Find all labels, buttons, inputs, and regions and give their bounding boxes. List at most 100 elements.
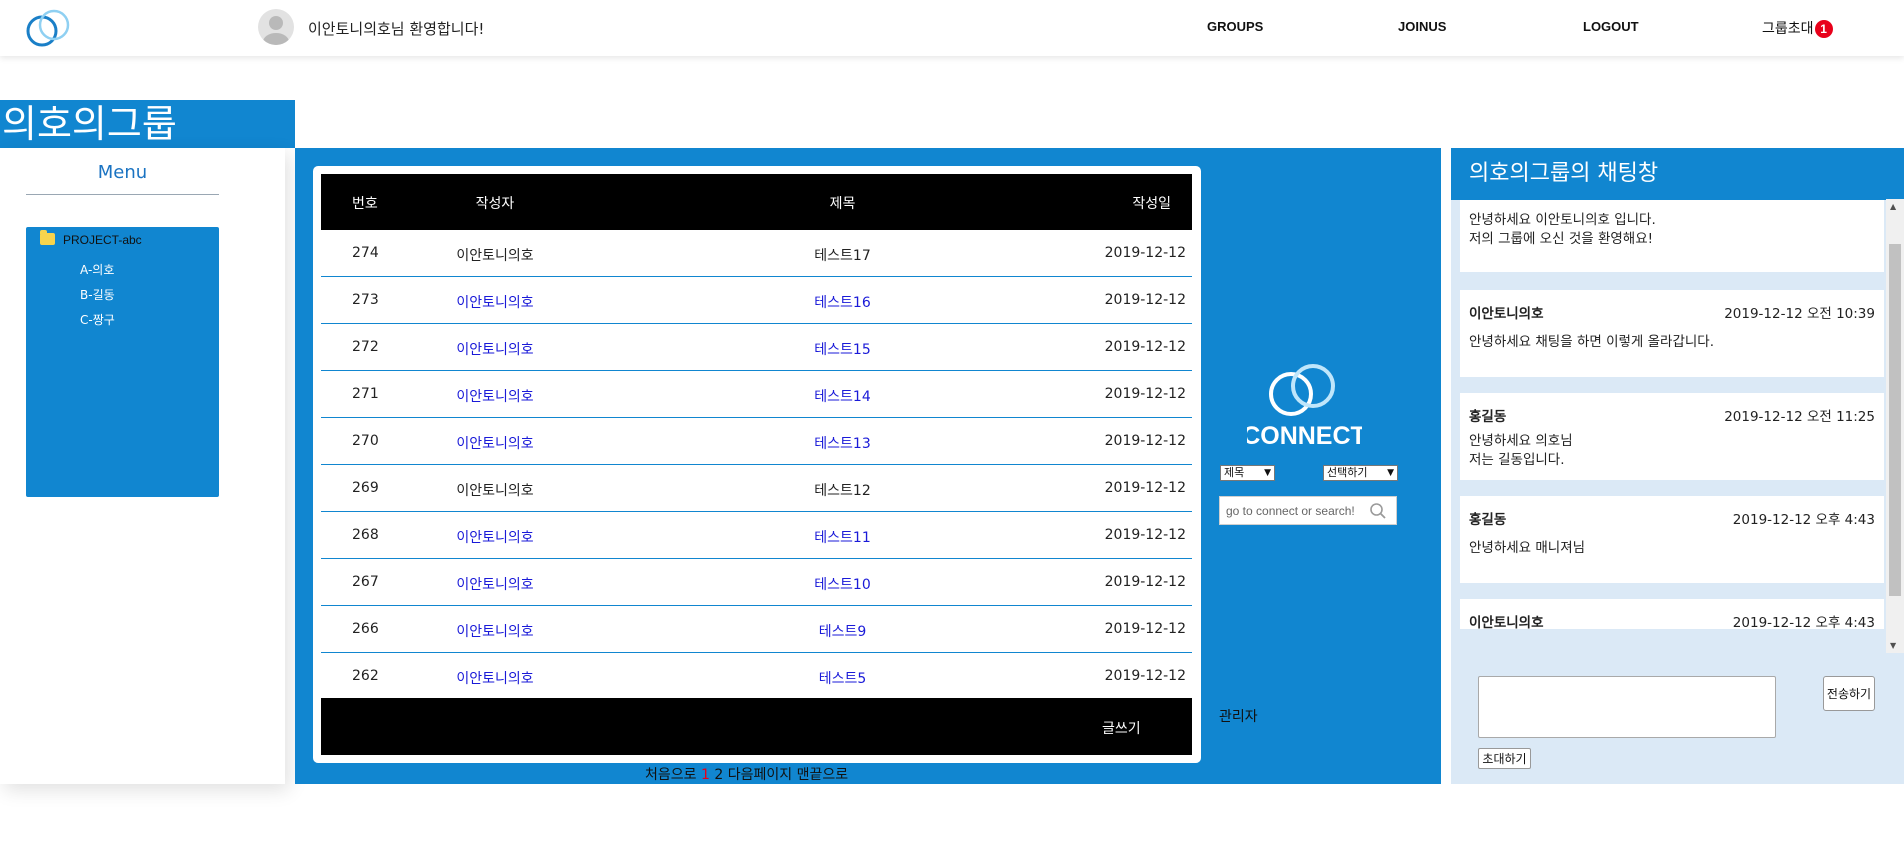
connect-logo-text: CONNECT — [1247, 422, 1362, 450]
row-date: 2019-12-12 — [1104, 386, 1186, 402]
table-row[interactable]: 262 이안토니의호 테스트5 2019-12-12 — [321, 653, 1192, 700]
chat-time: 2019-12-12 오전 10:39 — [1724, 306, 1875, 322]
row-author[interactable]: 이안토니의호 — [321, 668, 669, 688]
folder-icon — [40, 230, 55, 245]
chat-time: 2019-12-12 오전 11:25 — [1724, 409, 1875, 425]
chat-input[interactable] — [1478, 676, 1776, 738]
chat-message: 이안토니의호 2019-12-12 오전 10:39 안녕하세요 채팅을 하면 … — [1460, 290, 1884, 377]
chat-text: 안녕하세요 채팅을 하면 이렇게 올라갑니다. — [1469, 334, 1715, 350]
row-title[interactable]: 테스트9 — [669, 621, 1016, 641]
chat-sender: 이안토니의호 — [1469, 615, 1544, 631]
row-date: 2019-12-12 — [1104, 574, 1186, 590]
chat-time: 2019-12-12 오후 4:43 — [1732, 512, 1875, 528]
connect-rings-icon: CONNECT — [1242, 364, 1366, 450]
row-title[interactable]: 테스트10 — [669, 574, 1016, 594]
chat-welcome-text: 안녕하세요 이안토니의호 입니다. 저의 그룹에 오신 것을 환영해요! — [1469, 212, 1656, 247]
send-button[interactable]: 전송하기 — [1823, 676, 1875, 711]
user-icon — [263, 16, 289, 45]
row-author[interactable]: 이안토니의호 — [321, 339, 669, 359]
chat-title: 의호의그룹의 채팅창 — [1451, 148, 1904, 200]
row-date: 2019-12-12 — [1104, 339, 1186, 355]
chat-text: 안녕하세요 매니져님 — [1469, 540, 1586, 556]
tree-root-label: PROJECT-abc — [63, 233, 142, 247]
row-date: 2019-12-12 — [1104, 245, 1186, 261]
scroll-up-arrow-icon[interactable]: ▲ — [1890, 202, 1896, 211]
nav-logout-link[interactable]: LOGOUT — [1583, 19, 1639, 34]
tree-item-child[interactable]: B-길동 — [80, 286, 115, 303]
row-author[interactable]: 이안토니의호 — [321, 292, 669, 312]
row-title[interactable]: 테스트16 — [669, 292, 1016, 312]
nav-joinus-link[interactable]: JOINUS — [1398, 19, 1446, 34]
col-header-title: 제목 — [829, 196, 856, 212]
dropdown-arrow-icon: ▼ — [1264, 468, 1271, 478]
table-row[interactable]: 269 이안토니의호 테스트12 2019-12-12 — [321, 465, 1192, 512]
scroll-down-arrow-icon[interactable]: ▼ — [1890, 641, 1896, 650]
row-date: 2019-12-12 — [1104, 480, 1186, 496]
board-table-header: 번호 작성자 제목 작성일 — [321, 174, 1192, 230]
top-navbar: 이안토니의호님 환영합니다! GROUPS JOINUS LOGOUT 그룹초대… — [0, 0, 1904, 56]
connect-brand: CONNECT — [1242, 358, 1366, 450]
col-header-date: 작성일 — [1132, 196, 1171, 212]
row-title[interactable]: 테스트11 — [669, 527, 1016, 547]
table-row[interactable]: 270 이안토니의호 테스트13 2019-12-12 — [321, 418, 1192, 465]
row-title[interactable]: 테스트12 — [669, 480, 1016, 500]
user-avatar[interactable] — [258, 9, 294, 45]
row-author: 이안토니의호 — [456, 483, 534, 499]
chat-scrollbar[interactable]: ▲ ▼ — [1886, 199, 1904, 653]
chat-message: 이안토니의호 2019-12-12 오후 4:43 — [1460, 599, 1884, 631]
nav-group-invite-link[interactable]: 그룹초대 1 — [1762, 18, 1833, 38]
table-row[interactable]: 266 이안토니의호 테스트9 2019-12-12 — [321, 606, 1192, 653]
row-author[interactable]: 이안토니의호 — [321, 527, 669, 547]
table-row[interactable]: 273 이안토니의호 테스트16 2019-12-12 — [321, 277, 1192, 324]
row-date: 2019-12-12 — [1104, 621, 1186, 637]
search-choose-select[interactable]: 선택하기 ▼ — [1323, 465, 1398, 481]
search-icon[interactable] — [1369, 502, 1387, 520]
table-row[interactable]: 267 이안토니의호 테스트10 2019-12-12 — [321, 559, 1192, 606]
dropdown-arrow-icon: ▼ — [1387, 468, 1394, 478]
row-date: 2019-12-12 — [1104, 433, 1186, 449]
row-title[interactable]: 테스트13 — [669, 433, 1016, 453]
tree-item-child[interactable]: C-짱구 — [80, 311, 115, 328]
row-title[interactable]: 테스트14 — [669, 386, 1016, 406]
menu-divider — [26, 194, 219, 195]
tree-item-project[interactable]: PROJECT-abc — [40, 230, 142, 247]
chat-message: 홍길동 2019-12-12 오전 11:25 안녕하세요 의호님 저는 길동입… — [1460, 393, 1884, 480]
chat-time: 2019-12-12 오후 4:43 — [1732, 615, 1875, 631]
tree-item-child[interactable]: A-의호 — [80, 261, 114, 278]
search-choose-value: 선택하기 — [1327, 466, 1368, 479]
search-input[interactable] — [1226, 504, 1366, 518]
write-post-button[interactable]: 글쓰기 — [1102, 718, 1141, 738]
row-date: 2019-12-12 — [1104, 668, 1186, 684]
row-author[interactable]: 이안토니의호 — [321, 433, 669, 453]
pagination-next[interactable]: 다음페이지 — [728, 767, 792, 783]
table-row[interactable]: 271 이안토니의호 테스트14 2019-12-12 — [321, 371, 1192, 418]
chat-welcome-message: 안녕하세요 이안토니의호 입니다. 저의 그룹에 오신 것을 환영해요! — [1460, 200, 1884, 272]
scrollbar-thumb[interactable] — [1889, 244, 1901, 596]
pagination-page[interactable]: 2 — [714, 767, 723, 783]
row-title[interactable]: 테스트5 — [669, 668, 1016, 688]
row-author[interactable]: 이안토니의호 — [321, 386, 669, 406]
connect-logo-icon[interactable] — [24, 8, 74, 50]
row-author: 이안토니의호 — [456, 248, 534, 264]
row-title[interactable]: 테스트17 — [669, 245, 1016, 265]
col-header-author: 작성자 — [475, 196, 515, 212]
pagination-first[interactable]: 처음으로 — [645, 767, 697, 783]
search-field-value: 제목 — [1224, 466, 1245, 479]
search-field-select[interactable]: 제목 ▼ — [1220, 465, 1275, 481]
row-author[interactable]: 이안토니의호 — [321, 574, 669, 594]
menu-title: Menu — [97, 162, 148, 183]
welcome-message: 이안토니의호님 환영합니다! — [308, 20, 485, 38]
nav-groups-link[interactable]: GROUPS — [1207, 19, 1263, 34]
left-menu-panel: Menu PROJECT-abc A-의호 B-길동 C-짱구 — [0, 148, 285, 784]
row-title[interactable]: 테스트15 — [669, 339, 1016, 359]
admin-label: 관리자 — [1219, 709, 1258, 725]
invite-button[interactable]: 초대하기 — [1478, 748, 1531, 769]
table-row[interactable]: 268 이안토니의호 테스트11 2019-12-12 — [321, 512, 1192, 559]
table-row[interactable]: 272 이안토니의호 테스트15 2019-12-12 — [321, 324, 1192, 371]
row-date: 2019-12-12 — [1104, 292, 1186, 308]
pagination-last[interactable]: 맨끝으로 — [797, 767, 849, 783]
pagination-page[interactable]: 1 — [701, 767, 710, 783]
table-row[interactable]: 274 이안토니의호 테스트17 2019-12-12 — [321, 230, 1192, 277]
invite-count-badge: 1 — [1814, 20, 1833, 38]
row-author[interactable]: 이안토니의호 — [321, 621, 669, 641]
